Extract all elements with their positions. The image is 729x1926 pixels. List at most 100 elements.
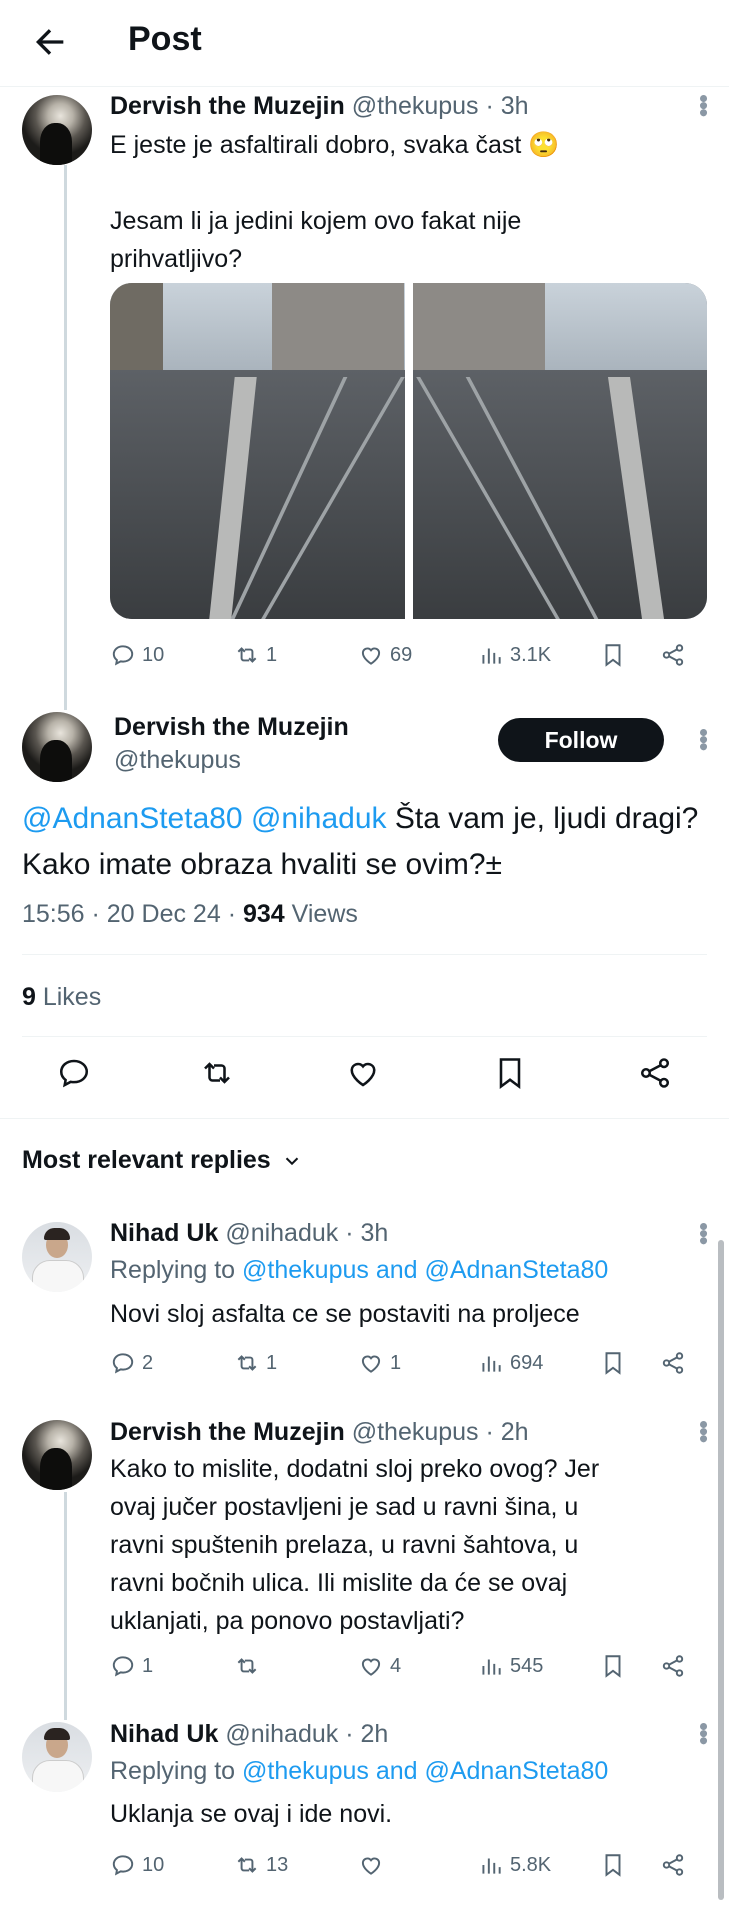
text-line: prihvatljivo? [110,245,243,273]
share-button[interactable] [660,1653,686,1679]
replying-to-link[interactable]: @thekupus and @AdnanSteta80 [242,1757,608,1785]
repost-button[interactable] [234,1653,266,1679]
likes-summary[interactable]: 9 Likes [22,983,101,1012]
reply-actions: 2 1 1 694 [110,1350,710,1384]
like-icon [361,1355,381,1373]
bookmark-button[interactable] [600,1350,626,1376]
sort-label: Most relevant replies [22,1146,271,1174]
reply-text: Novi sloj asfalta ce se postaviti na pro… [110,1300,580,1328]
share-button[interactable] [660,642,686,668]
author-name[interactable]: Nihad Uk [110,1720,218,1748]
more-icon[interactable]: ••• [688,1420,719,1441]
share-button[interactable] [660,1852,686,1878]
repost-icon [237,1857,257,1873]
like-button[interactable] [358,1852,390,1878]
chevron-down-icon [285,1157,298,1165]
mention-link[interactable]: @AdnanSteta80 [22,802,243,835]
avatar[interactable] [22,1722,92,1792]
divider [22,1036,707,1037]
like-button[interactable]: 4 [358,1653,401,1679]
reply-header: Dervish the Muzejin @thekupus · 2h [110,1418,529,1447]
views-count: 3.1K [510,643,552,666]
like-icon [361,1658,381,1676]
avatar[interactable] [22,1222,92,1292]
author-name[interactable]: Nihad Uk [110,1219,218,1247]
avatar[interactable] [22,1420,92,1490]
thread-line [64,165,67,710]
text-line: ovaj jučer postavljeni je sad u ravni ši… [110,1493,579,1521]
views-count: 934 [242,900,285,928]
repost-button[interactable]: 13 [234,1852,288,1878]
replying-to: Replying to @thekupus and @AdnanSteta80 [110,1757,608,1786]
media-photo[interactable] [110,283,405,619]
views-button[interactable]: 694 [478,1350,543,1376]
share-icon [662,1854,684,1876]
reply-icon[interactable] [56,1055,92,1091]
avatar[interactable] [22,712,92,782]
reply-count: 10 [142,643,165,666]
author-name[interactable]: Dervish the Muzejin [114,713,349,742]
reply-icon [112,1855,134,1876]
more-icon[interactable]: ••• [688,1222,719,1243]
follow-button[interactable]: Follow [498,718,664,762]
replies-sort-dropdown[interactable]: Most relevant replies [22,1146,303,1175]
repost-count: 1 [266,1351,278,1374]
back-arrow-icon[interactable] [30,22,70,62]
reply-button[interactable]: 10 [110,1852,164,1878]
text-line: ravni spuštenih prelaza, u ravni šahtova… [110,1531,579,1559]
tweet-media[interactable] [110,283,707,619]
share-icon [662,644,684,666]
repost-count: 1 [266,643,278,666]
like-icon [361,647,381,665]
replying-to: Replying to @thekupus and @AdnanSteta80 [110,1256,608,1285]
more-icon[interactable]: ••• [688,94,719,115]
reply-button[interactable]: 10 [110,642,164,668]
bookmark-button[interactable] [600,1852,626,1878]
author-name[interactable]: Dervish the Muzejin [110,1418,345,1446]
media-photo[interactable] [412,283,707,619]
share-icon[interactable] [637,1055,673,1091]
main-post-text: @AdnanSteta80 @nihaduk Šta vam je, ljudi… [22,796,702,888]
bookmark-icon [605,1854,621,1877]
views-button[interactable]: 3.1K [478,642,551,668]
more-icon[interactable]: ••• [688,728,719,749]
author-handle[interactable]: @nihaduk · 3h [225,1219,388,1247]
like-button[interactable]: 69 [358,642,412,668]
reply-actions: 10 13 5.8K [110,1852,710,1886]
text-line: Jesam li ja jedini kojem ovo fakat nije [110,207,522,235]
text-line: uklanjati, pa ponovo postavljati? [110,1607,465,1635]
reply-button[interactable]: 2 [110,1350,153,1376]
reply-icon [112,1353,134,1374]
author-handle[interactable]: @thekupus [114,746,241,775]
like-count: 4 [390,1654,402,1677]
views-count: 545 [510,1654,544,1677]
bookmark-icon[interactable] [492,1055,528,1091]
views-button[interactable]: 545 [478,1653,543,1679]
like-count: 1 [390,1351,402,1374]
like-icon[interactable] [345,1055,381,1091]
reply-text: Uklanja se ovaj i ide novi. [110,1800,393,1828]
repost-button[interactable]: 1 [234,642,277,668]
mention-link[interactable]: @nihaduk [251,802,387,835]
author-handle[interactable]: @nihaduk · 2h [225,1720,388,1748]
views-icon [482,1858,501,1874]
views-button[interactable]: 5.8K [478,1852,551,1878]
like-button[interactable]: 1 [358,1350,401,1376]
text-line: ravni bočnih ulica. Ili mislite da će se… [110,1569,568,1597]
author-handle[interactable]: @thekupus · 2h [352,1418,529,1446]
author-handle[interactable]: @thekupus · 3h [352,92,529,120]
views-count: 5.8K [510,1853,552,1876]
reply-button[interactable]: 1 [110,1653,153,1679]
scrollbar[interactable] [718,1240,724,1900]
share-button[interactable] [660,1350,686,1376]
replying-to-link[interactable]: @thekupus and @AdnanSteta80 [242,1256,608,1284]
repost-button[interactable]: 1 [234,1350,277,1376]
avatar[interactable] [22,95,92,165]
more-icon[interactable]: ••• [688,1722,719,1743]
reply-text: Kako to mislite, dodatni sloj preko ovog… [110,1450,710,1640]
bookmark-button[interactable] [600,1653,626,1679]
bookmark-button[interactable] [600,642,626,668]
repost-icon[interactable] [199,1055,235,1091]
views-icon [482,1659,501,1675]
author-name[interactable]: Dervish the Muzejin [110,92,345,120]
